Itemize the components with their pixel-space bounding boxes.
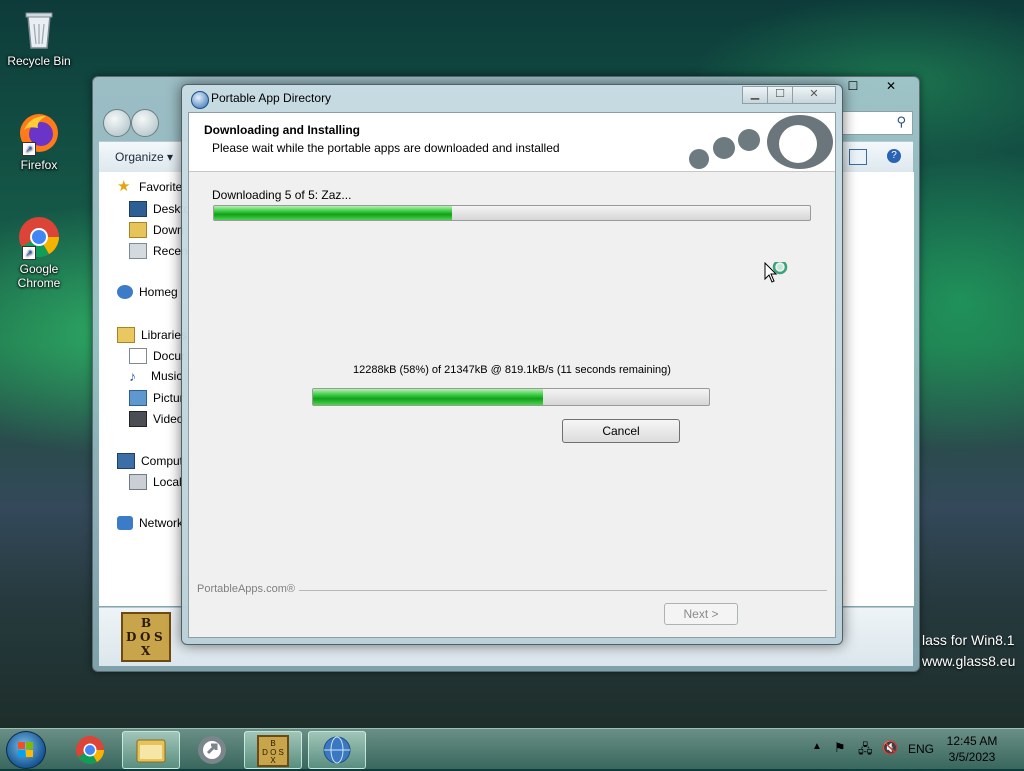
- taskbar-dosbox[interactable]: B D O S X: [244, 731, 302, 769]
- taskbar-portable-app-directory[interactable]: [308, 731, 366, 769]
- pencil-icon: [689, 149, 709, 169]
- taskbar-chrome[interactable]: [62, 731, 118, 767]
- file-progress-fill: [313, 389, 543, 405]
- taskbar: B D O S X ▲ ⚑ 🖧 🔇 ENG 12:45 AM 3/5/2023: [0, 728, 1024, 769]
- documents-icon: [129, 348, 147, 364]
- svg-text:B: B: [270, 739, 275, 748]
- forward-button[interactable]: [131, 109, 159, 137]
- film-strip-icon: [129, 411, 147, 427]
- firefox-icon: ↗: [16, 110, 62, 156]
- nav-favorites[interactable]: ★ Favorite: [117, 178, 182, 195]
- portableapps-logo-icon: [767, 115, 833, 169]
- action-center-flag-icon[interactable]: ⚑: [834, 740, 846, 756]
- recycle-bin-icon: [16, 6, 62, 52]
- nav-computer[interactable]: Comput: [117, 453, 183, 469]
- network-icon: [117, 516, 133, 530]
- overall-progress-bar: [213, 205, 811, 221]
- star-icon: ★: [117, 178, 131, 195]
- download-status-text: Downloading 5 of 5: Zaz...: [212, 188, 352, 202]
- desktop-icon-recycle-bin[interactable]: Recycle Bin: [3, 6, 75, 68]
- folder-icon: [136, 739, 166, 763]
- explorer-search-box[interactable]: ⚲: [841, 111, 913, 135]
- libraries-icon: [117, 327, 135, 343]
- taskbar-explorer[interactable]: [122, 731, 180, 769]
- downloads-folder-icon: [129, 222, 147, 238]
- portableapps-globe-icon: [191, 91, 209, 109]
- clock-date: 3/5/2023: [948, 750, 996, 764]
- organize-menu-button[interactable]: Organize ▾: [115, 150, 173, 164]
- footer-divider: [299, 590, 827, 591]
- dialog-client-area: Downloading and Installing Please wait w…: [188, 112, 836, 638]
- wallpaper-watermark-line2: www.glass8.eu: [922, 653, 1016, 669]
- overall-progress-fill: [214, 206, 453, 220]
- network-icon[interactable]: 🖧: [858, 740, 873, 762]
- dialog-caption-buttons: ▁ ☐ ✕: [742, 86, 836, 104]
- dialog-title: Portable App Directory: [211, 91, 332, 105]
- local-disk-icon: [129, 474, 147, 490]
- portableapps-platform-icon: [198, 736, 226, 764]
- nav-downloads[interactable]: Down: [129, 222, 184, 238]
- chrome-icon: [76, 736, 104, 764]
- chrome-icon: ↗: [16, 214, 62, 260]
- globe-icon: [323, 736, 351, 764]
- wizard-header: Downloading and Installing Please wait w…: [189, 113, 835, 172]
- svg-text:X: X: [270, 756, 276, 765]
- desktop-icon-label: Recycle Bin: [7, 54, 71, 68]
- nav-videos[interactable]: Video: [129, 411, 183, 427]
- explorer-close-button[interactable]: ✕: [869, 77, 913, 95]
- recent-places-icon: [129, 243, 147, 259]
- clock-time: 12:45 AM: [946, 734, 998, 748]
- search-icon: ⚲: [896, 114, 906, 129]
- music-note-icon: ♪: [129, 368, 136, 384]
- help-icon[interactable]: ?: [887, 149, 901, 163]
- dialog-maximize-button[interactable]: ☐: [767, 86, 793, 104]
- dialog-minimize-button[interactable]: ▁: [742, 86, 768, 104]
- nav-documents[interactable]: Docur: [129, 348, 185, 364]
- shortcut-arrow-icon: ↗: [22, 142, 36, 156]
- nav-local-disk[interactable]: Local: [129, 474, 182, 490]
- volume-muted-icon[interactable]: 🔇: [882, 740, 898, 756]
- wizard-header-subtitle: Please wait while the portable apps are …: [212, 141, 560, 155]
- nav-music[interactable]: ♪ Music: [129, 369, 182, 383]
- preview-pane-icon[interactable]: [849, 149, 867, 165]
- shortcut-arrow-icon: ↗: [22, 246, 36, 260]
- desktop-icon-label: Google Chrome: [17, 262, 61, 290]
- desktop-icon-firefox[interactable]: ↗ Firefox: [3, 110, 75, 172]
- nav-libraries[interactable]: Libraries: [117, 327, 187, 343]
- transfer-status-text: 12288kB (58%) of 21347kB @ 819.1kB/s (11…: [353, 364, 671, 376]
- laptop-icon: [713, 137, 735, 159]
- nav-recent[interactable]: Recen: [129, 243, 188, 259]
- windows-logo-icon: [18, 742, 33, 757]
- desktop-icon-google-chrome[interactable]: ↗ Google Chrome: [3, 214, 75, 290]
- wallpaper-watermark-line1: lass for Win8.1: [922, 632, 1015, 648]
- homegroup-icon: [117, 285, 133, 299]
- dosbox-icon: B D O S X: [257, 735, 289, 767]
- nav-pictures[interactable]: Pictur: [129, 390, 184, 406]
- explorer-caption-buttons: ☐ ✕: [837, 77, 913, 95]
- dosbox-icon: B D O S X: [121, 612, 171, 662]
- busy-cursor-icon: [764, 259, 792, 289]
- start-button[interactable]: [6, 731, 46, 769]
- language-indicator[interactable]: ENG: [908, 742, 934, 756]
- back-button[interactable]: [103, 109, 131, 137]
- show-hidden-icons-button[interactable]: ▲: [812, 741, 822, 752]
- desktop-icon-label: Firefox: [20, 158, 58, 172]
- taskbar-clock[interactable]: 12:45 AM 3/5/2023: [942, 733, 1002, 765]
- dialog-close-button[interactable]: ✕: [792, 86, 836, 104]
- next-button[interactable]: Next >: [664, 603, 738, 625]
- file-progress-bar: [312, 388, 710, 406]
- nav-network[interactable]: Network: [117, 516, 183, 530]
- cancel-button[interactable]: Cancel: [562, 419, 680, 443]
- pictures-icon: [129, 390, 147, 406]
- wizard-header-title: Downloading and Installing: [204, 123, 360, 137]
- computer-icon: [117, 453, 135, 469]
- taskbar-portableapps[interactable]: [184, 731, 240, 767]
- portableapps-brand-label: PortableApps.com®: [197, 583, 295, 595]
- portable-app-directory-dialog[interactable]: Portable App Directory ▁ ☐ ✕ Downloading…: [181, 84, 843, 645]
- cloud-icon: [738, 129, 760, 151]
- nav-homegroup[interactable]: Homeg: [117, 285, 178, 299]
- desktop-icon: [129, 201, 147, 217]
